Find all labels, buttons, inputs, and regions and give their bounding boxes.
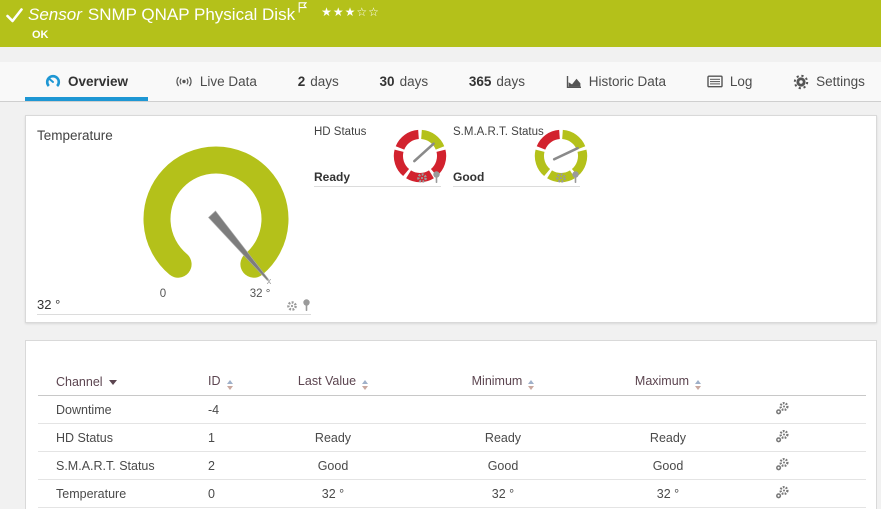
tab-2-days[interactable]: 2 days	[284, 62, 353, 101]
pin-icon[interactable]	[302, 299, 311, 312]
gauge-icon	[45, 74, 61, 89]
gear-icon[interactable]	[286, 300, 298, 312]
cell-id: 0	[208, 486, 215, 501]
sort-icon	[362, 380, 369, 390]
channels-table-header: Channel ID Last Value Minimum Maximum	[38, 369, 866, 396]
sort-icon	[226, 380, 233, 390]
tab-30-days[interactable]: 30 days	[366, 62, 443, 101]
cell-last-value: 32 °	[321, 486, 345, 501]
sensor-status-text: OK	[32, 29, 49, 41]
temperature-channel-title: Temperature	[37, 128, 113, 143]
log-icon	[707, 75, 723, 88]
tab-overview[interactable]: Overview	[25, 62, 149, 101]
sensor-title-line: Sensor SNMP QNAP Physical Disk ★★★☆☆	[28, 2, 380, 26]
sort-header-id[interactable]: ID	[208, 374, 268, 390]
hd-status-value: Ready	[314, 170, 351, 184]
tab-365-days[interactable]: 365 days	[455, 62, 539, 101]
cell-channel: HD Status	[56, 430, 113, 445]
sort-icon	[695, 380, 702, 390]
gauge-needle	[552, 146, 579, 161]
sort-header-last-value[interactable]: Last Value	[268, 374, 398, 390]
stars-empty: ☆☆	[356, 5, 380, 19]
cell-maximum: 32 °	[656, 486, 680, 501]
gear-icon[interactable]	[555, 172, 567, 184]
temperature-footer: 32 °	[37, 290, 311, 315]
tab-historic-data[interactable]: Historic Data	[552, 62, 680, 101]
channel-settings-gear-icon[interactable]	[775, 457, 790, 471]
cell-maximum: Good	[652, 458, 684, 473]
cell-maximum: Ready	[649, 430, 687, 445]
cell-minimum: 32 °	[491, 486, 515, 501]
temperature-value: 32 °	[37, 297, 61, 312]
stars-filled: ★★★	[321, 5, 357, 19]
sort-icon	[528, 380, 535, 390]
tab-log[interactable]: Log	[693, 62, 767, 101]
ok-check-icon	[6, 8, 23, 28]
sensor-status-header: Sensor SNMP QNAP Physical Disk ★★★☆☆ OK	[0, 0, 881, 47]
cell-id: 1	[208, 430, 215, 445]
cell-id: 2	[208, 458, 215, 473]
cell-channel: Downtime	[56, 402, 112, 417]
table-row-hd-status[interactable]: HD Status 1 Ready Ready Ready	[38, 424, 866, 452]
cell-last-value: Good	[317, 458, 349, 473]
smart-status-channel-title: S.M.A.R.T. Status	[453, 126, 544, 138]
sensor-name: SNMP QNAP Physical Disk	[87, 5, 296, 24]
table-row-downtime[interactable]: Downtime -4	[38, 396, 866, 424]
live-icon	[176, 76, 192, 87]
sort-desc-icon	[108, 380, 117, 385]
object-kind-label: Sensor	[28, 5, 82, 24]
table-row-temperature[interactable]: Temperature 0 32 ° 32 ° 32 °	[38, 480, 866, 508]
channel-settings-gear-icon[interactable]	[775, 429, 790, 443]
prtg-sensor-page: Sensor SNMP QNAP Physical Disk ★★★☆☆ OK …	[0, 0, 881, 509]
pin-icon[interactable]	[432, 171, 441, 184]
hd-status-footer: Ready	[314, 162, 441, 187]
cell-last-value: Ready	[314, 430, 352, 445]
cell-minimum: Good	[487, 458, 519, 473]
cell-channel: Temperature	[56, 486, 127, 501]
hd-status-channel-title: HD Status	[314, 126, 367, 138]
needle-marker: x	[266, 276, 272, 286]
sensor-tab-bar: Overview Live Data 2 days 30 days 365 days …	[0, 62, 881, 102]
tab-live-data[interactable]: Live Data	[161, 62, 271, 101]
cell-id: -4	[208, 402, 220, 417]
priority-flag-icon	[298, 0, 308, 18]
tab-settings[interactable]: Settings	[779, 62, 879, 101]
pin-icon[interactable]	[571, 171, 580, 184]
cell-minimum: Ready	[484, 430, 522, 445]
smart-status-value: Good	[453, 170, 485, 184]
gear-icon	[793, 74, 809, 89]
channels-table-panel: Channel ID Last Value Minimum Maximum Do…	[25, 340, 877, 509]
cell-channel: S.M.A.R.T. Status	[56, 458, 155, 473]
smart-status-footer: Good	[453, 162, 580, 187]
gear-icon[interactable]	[416, 172, 428, 184]
chart-icon	[566, 75, 581, 88]
sort-header-channel[interactable]: Channel	[56, 375, 208, 389]
gauge-needle	[413, 142, 435, 163]
priority-stars[interactable]: ★★★☆☆	[321, 2, 380, 22]
gauges-panel: Temperature 0 32 ° x 32 ° HD Status Read…	[25, 115, 877, 323]
sort-header-maximum[interactable]: Maximum	[608, 374, 728, 390]
channel-settings-gear-icon[interactable]	[775, 401, 790, 415]
table-row-smart-status[interactable]: S.M.A.R.T. Status 2 Good Good Good	[38, 452, 866, 480]
channel-settings-gear-icon[interactable]	[775, 485, 790, 499]
sort-header-minimum[interactable]: Minimum	[398, 374, 608, 390]
